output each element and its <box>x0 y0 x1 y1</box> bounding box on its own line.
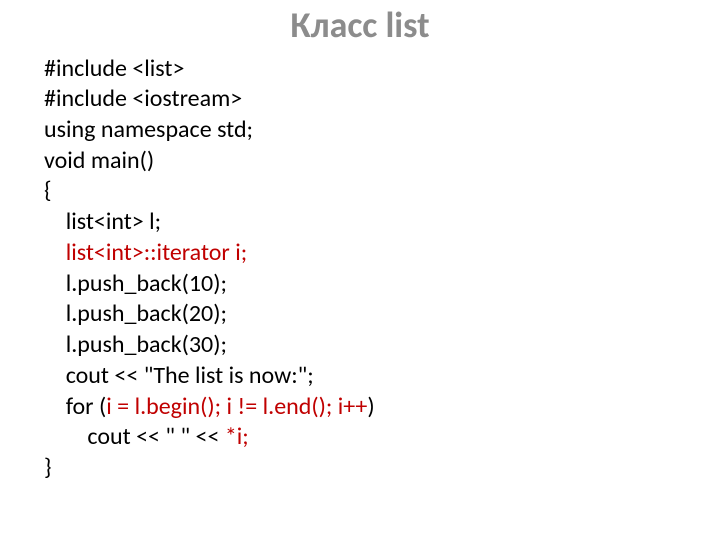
code-highlight: i = l.begin(); i != l.end(); i++ <box>106 392 367 421</box>
code-text <box>44 238 66 267</box>
code-line: l.push_back(30); <box>44 330 720 361</box>
code-line: list<int> l; <box>44 207 720 238</box>
code-line: { <box>44 176 720 207</box>
code-block: #include <list> #include <iostream> usin… <box>0 54 720 484</box>
code-line: #include <iostream> <box>44 84 720 115</box>
code-line: l.push_back(20); <box>44 299 720 330</box>
code-line: l.push_back(10); <box>44 269 720 300</box>
code-line: void main() <box>44 146 720 177</box>
code-line: cout << " " << *i; <box>44 422 720 453</box>
code-text: for ( <box>44 392 106 421</box>
code-line: for (i = l.begin(); i != l.end(); i++) <box>44 392 720 423</box>
code-line: #include <list> <box>44 54 720 85</box>
slide: Класс list #include <list> #include <ios… <box>0 0 720 540</box>
code-highlight: list<int>::iterator i; <box>66 238 247 267</box>
code-line: } <box>44 453 720 484</box>
slide-title: Класс list <box>0 6 720 46</box>
code-text: cout << " " << <box>44 422 225 451</box>
code-text: ) <box>367 392 374 421</box>
code-line: using namespace std; <box>44 115 720 146</box>
code-line: list<int>::iterator i; <box>44 238 720 269</box>
code-highlight: *i; <box>225 422 249 451</box>
code-line: cout << "The list is now:"; <box>44 361 720 392</box>
